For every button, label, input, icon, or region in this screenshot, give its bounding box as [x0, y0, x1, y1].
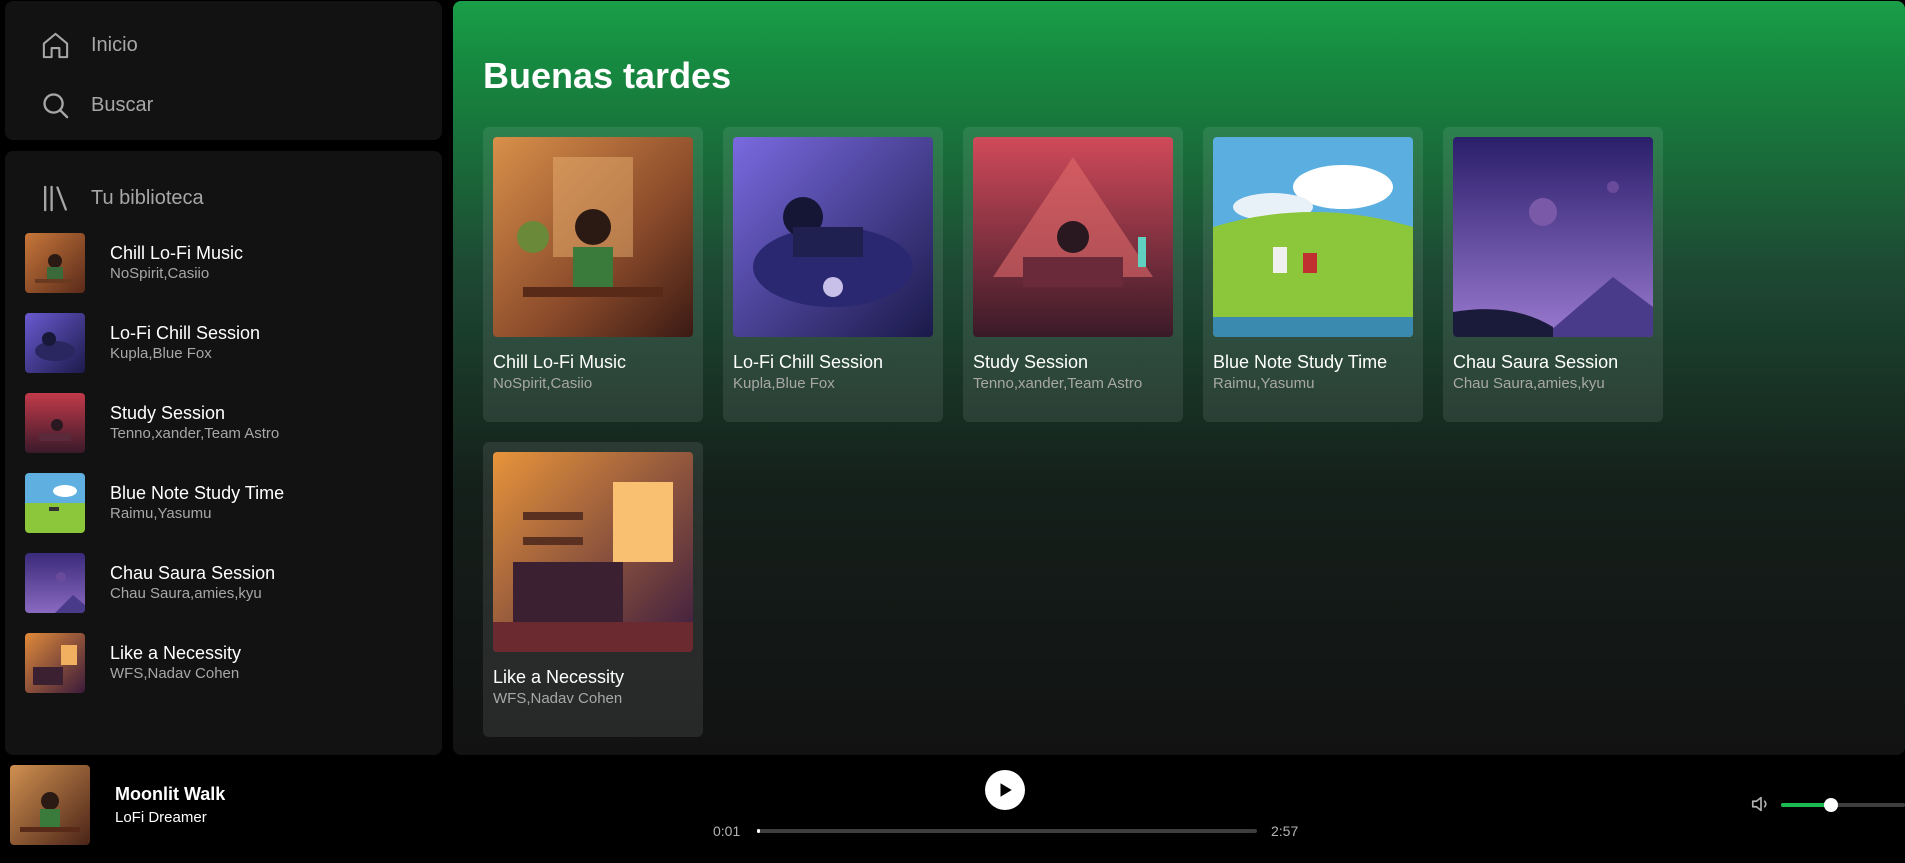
current-time: 0:01 [713, 823, 741, 839]
nav-search[interactable]: Buscar [40, 81, 442, 129]
sidebar-nav: Inicio Buscar [5, 1, 442, 140]
volume-knob[interactable] [1823, 798, 1838, 812]
card-artists: NoSpirit,Casiio [493, 375, 593, 392]
playlist-card[interactable]: Chau Saura Session Chau Saura,amies,kyu [1443, 127, 1663, 422]
playlist-card[interactable]: Like a Necessity WFS,Nadav Cohen [483, 442, 703, 737]
playlist-cover [493, 452, 693, 652]
total-time: 2:57 [1271, 823, 1299, 839]
playlist-card[interactable]: Study Session Tenno,xander,Team Astro [963, 127, 1183, 422]
home-icon [42, 32, 69, 58]
playlist-cover [493, 137, 693, 337]
library-item[interactable]: Chau Saura Session Chau Saura,amies,kyu [25, 553, 442, 613]
library-panel: Tu biblioteca Chill Lo-Fi Music NoSpirit… [5, 151, 442, 755]
library-list: Chill Lo-Fi Music NoSpirit,Casiio Lo-Fi … [5, 233, 442, 693]
library-icon [44, 185, 67, 212]
main-content: Buenas tardes Chill Lo-Fi Music NoSpirit… [453, 1, 1905, 755]
playlist-cover [1213, 137, 1413, 337]
card-artists: WFS,Nadav Cohen [493, 690, 623, 707]
nav-home-label: Inicio [91, 33, 138, 56]
library-item-artists: Tenno,xander,Team Astro [110, 425, 280, 442]
playlist-cover [25, 633, 85, 693]
volume-slider[interactable] [1781, 798, 1905, 812]
playlist-card[interactable]: Lo-Fi Chill Session Kupla,Blue Fox [723, 127, 943, 422]
library-item[interactable]: Blue Note Study Time Raimu,Yasumu [25, 473, 442, 533]
library-item[interactable]: Chill Lo-Fi Music NoSpirit,Casiio [25, 233, 442, 293]
progress-fill [757, 829, 760, 833]
playlist-cover [25, 473, 85, 533]
card-title: Lo-Fi Chill Session [733, 352, 884, 372]
card-title: Chill Lo-Fi Music [493, 352, 627, 372]
library-item-title: Lo-Fi Chill Session [110, 323, 261, 343]
playlist-cover [25, 313, 85, 373]
card-title: Chau Saura Session [1453, 352, 1619, 372]
now-playing-title: Moonlit Walk [115, 784, 226, 804]
card-title: Study Session [973, 352, 1089, 372]
volume-icon[interactable] [1750, 793, 1772, 815]
now-playing-cover [10, 765, 90, 845]
card-artists: Chau Saura,amies,kyu [1453, 375, 1605, 392]
play-icon [1000, 783, 1012, 797]
playlist-cover [1453, 137, 1653, 337]
playlist-cover [25, 233, 85, 293]
card-title: Like a Necessity [493, 667, 625, 687]
library-item[interactable]: Study Session Tenno,xander,Team Astro [25, 393, 442, 453]
progress-bar[interactable] [757, 829, 1257, 833]
playlist-cover [973, 137, 1173, 337]
page-title: Buenas tardes [483, 55, 732, 96]
library-item-artists: NoSpirit,Casiio [110, 265, 210, 282]
nav-home[interactable]: Inicio [40, 21, 442, 69]
library-label: Tu biblioteca [91, 187, 204, 209]
library-item-title: Chill Lo-Fi Music [110, 243, 244, 263]
player-bar: Moonlit Walk LoFi Dreamer 0:01 2:57 [0, 755, 1905, 863]
library-item-artists: WFS,Nadav Cohen [110, 665, 240, 682]
library-item[interactable]: Like a Necessity WFS,Nadav Cohen [25, 633, 442, 693]
library-item-artists: Kupla,Blue Fox [110, 345, 212, 362]
card-title: Blue Note Study Time [1213, 352, 1388, 372]
library-item-artists: Chau Saura,amies,kyu [110, 585, 262, 602]
play-button[interactable] [985, 770, 1025, 810]
library-item[interactable]: Lo-Fi Chill Session Kupla,Blue Fox [25, 313, 442, 373]
card-artists: Raimu,Yasumu [1213, 375, 1315, 392]
library-item-title: Blue Note Study Time [110, 483, 285, 503]
card-artists: Tenno,xander,Team Astro [973, 375, 1143, 392]
now-playing-artist[interactable]: LoFi Dreamer [115, 809, 207, 826]
playlist-cover [25, 553, 85, 613]
search-icon [43, 92, 69, 118]
playlist-cover [733, 137, 933, 337]
card-artists: Kupla,Blue Fox [733, 375, 835, 392]
playlist-card[interactable]: Blue Note Study Time Raimu,Yasumu [1203, 127, 1423, 422]
library-item-artists: Raimu,Yasumu [110, 505, 212, 522]
playlist-cover [25, 393, 85, 453]
nav-search-label: Buscar [91, 93, 154, 116]
playlist-card[interactable]: Chill Lo-Fi Music NoSpirit,Casiio [483, 127, 703, 422]
library-header[interactable]: Tu biblioteca [5, 151, 442, 221]
library-item-title: Like a Necessity [110, 643, 242, 663]
library-item-title: Study Session [110, 403, 226, 423]
library-item-title: Chau Saura Session [110, 563, 276, 583]
